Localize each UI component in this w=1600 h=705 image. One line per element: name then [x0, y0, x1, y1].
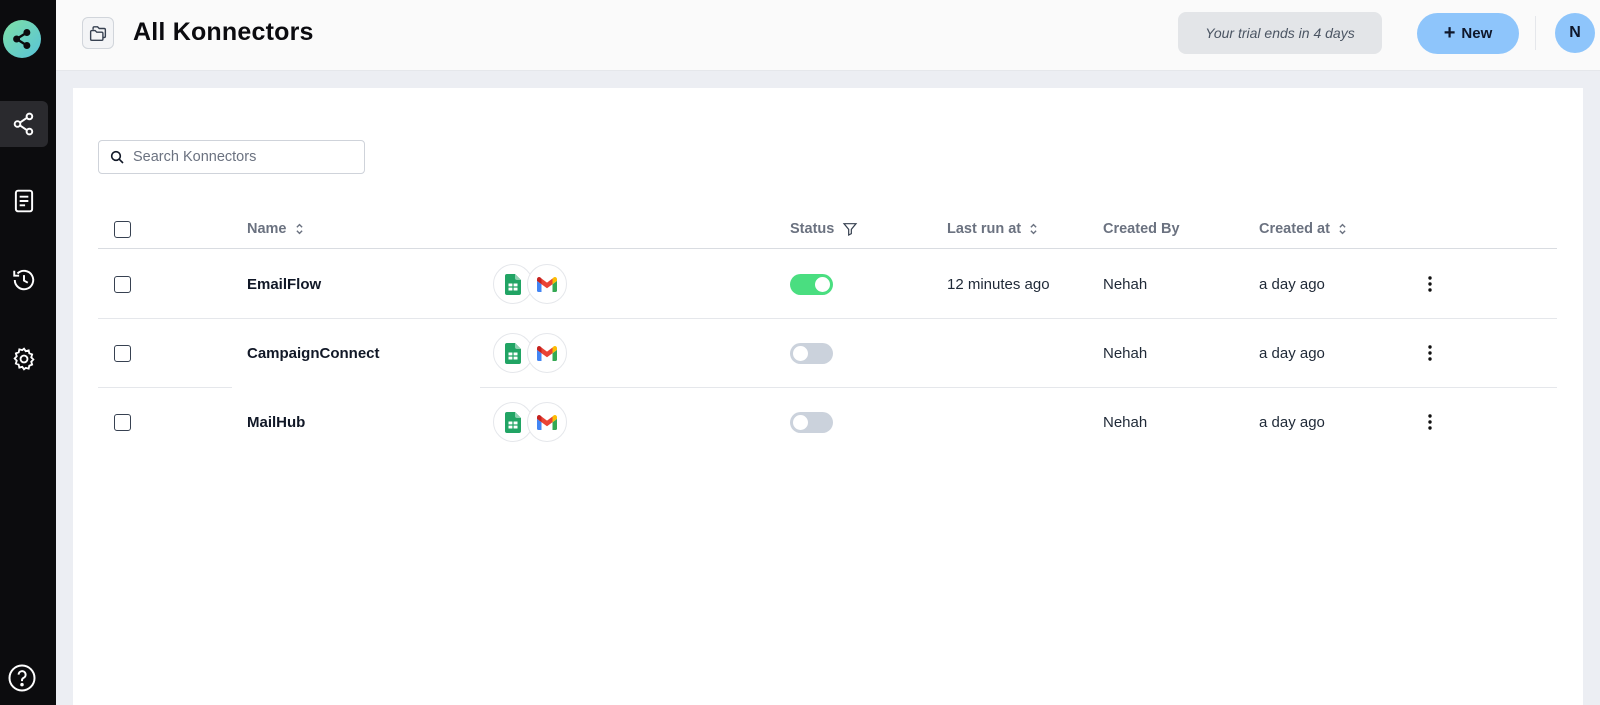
status-toggle[interactable] [790, 342, 833, 364]
app-icons [493, 319, 567, 387]
search-box [98, 140, 365, 174]
status-cell [790, 388, 833, 456]
folders-toggle-button[interactable] [82, 17, 114, 49]
status-toggle[interactable] [790, 273, 833, 295]
table-row[interactable]: EmailFlow 12 minutes ago Nehah a day ago [98, 250, 1557, 318]
table-header: Name Status Last run at Created By Creat… [98, 206, 1557, 249]
column-last-run[interactable]: Last run at [947, 221, 1038, 237]
user-avatar[interactable]: N [1555, 13, 1595, 53]
plus-icon: + [1443, 21, 1456, 44]
sort-icon [1030, 223, 1037, 235]
gmail-app [527, 333, 567, 373]
status-toggle[interactable] [790, 411, 833, 433]
page-title: All Konnectors [133, 18, 314, 46]
logo-share-icon [13, 29, 31, 49]
row-checkbox-cell [114, 319, 131, 387]
google-sheets-icon [505, 273, 521, 295]
kebab-menu-icon [1428, 276, 1432, 292]
gmail-icon [537, 345, 557, 361]
share-nodes-icon [13, 112, 34, 136]
google-sheets-icon [505, 342, 521, 364]
google-sheets-icon [505, 411, 521, 433]
help-circle-icon [8, 664, 36, 692]
filter-icon [843, 223, 858, 236]
history-icon [13, 269, 35, 291]
column-created-at[interactable]: Created at [1259, 221, 1347, 237]
select-all-checkbox-cell [114, 221, 131, 238]
search-icon [110, 150, 124, 164]
select-all-checkbox[interactable] [114, 221, 131, 238]
status-cell [790, 319, 833, 387]
row-checkbox-cell [114, 388, 131, 456]
sort-icon [295, 223, 303, 235]
document-list-icon [14, 189, 34, 213]
table-row[interactable]: CampaignConnect Nehah a day ago [98, 319, 1557, 387]
column-name-label: Name [247, 221, 287, 237]
nav-konnectors[interactable] [0, 101, 48, 147]
created-at: a day ago [1259, 275, 1325, 293]
sort-icon [1339, 223, 1346, 235]
row-checkbox-cell [114, 250, 131, 318]
top-header: All Konnectors Your trial ends in 4 days… [56, 0, 1600, 71]
konnector-name[interactable]: EmailFlow [247, 250, 321, 318]
header-divider [1535, 16, 1536, 50]
row-actions-cell [1420, 319, 1440, 387]
created-by: Nehah [1103, 413, 1148, 431]
row-checkbox[interactable] [114, 275, 131, 293]
toggle-knob [793, 414, 808, 430]
search-input[interactable] [133, 141, 358, 173]
created-at: a day ago [1259, 413, 1325, 431]
nav-documents[interactable] [0, 178, 48, 224]
more-options-button[interactable] [1420, 343, 1440, 363]
gear-icon [13, 347, 35, 371]
konnector-name[interactable]: MailHub [247, 388, 305, 456]
row-actions-cell [1420, 250, 1440, 318]
row-actions-cell [1420, 388, 1440, 456]
sidebar [0, 0, 56, 705]
column-name[interactable]: Name [247, 221, 304, 237]
help-button[interactable] [7, 663, 37, 693]
more-options-button[interactable] [1420, 274, 1440, 294]
column-created-by-label: Created By [1103, 221, 1180, 237]
app-icons [493, 250, 567, 318]
gmail-app [527, 402, 567, 442]
row-checkbox[interactable] [114, 344, 131, 362]
app-icons [493, 388, 567, 456]
gmail-icon [537, 414, 557, 430]
created-at: a day ago [1259, 344, 1325, 362]
column-created-by[interactable]: Created By [1103, 221, 1180, 237]
column-last-run-label: Last run at [947, 221, 1022, 237]
konnector-name[interactable]: CampaignConnect [247, 319, 380, 387]
konnectors-panel: Name Status Last run at Created By Creat… [73, 88, 1583, 705]
table-row[interactable]: MailHub Nehah a day ago [98, 388, 1557, 456]
new-konnector-button[interactable]: + New [1417, 13, 1519, 54]
new-button-label: New [1461, 25, 1493, 42]
kebab-menu-icon [1428, 345, 1432, 361]
more-options-button[interactable] [1420, 412, 1440, 432]
trial-badge[interactable]: Your trial ends in 4 days [1178, 12, 1382, 54]
toggle-knob [793, 345, 808, 361]
toggle-knob [815, 276, 830, 292]
column-status[interactable]: Status [790, 221, 858, 237]
nav-settings[interactable] [0, 336, 48, 382]
gmail-icon [537, 276, 557, 292]
status-cell [790, 250, 833, 318]
gmail-app [527, 264, 567, 304]
created-by: Nehah [1103, 275, 1148, 293]
column-status-label: Status [790, 221, 835, 237]
app-logo[interactable] [3, 20, 41, 58]
last-run-at: 12 minutes ago [947, 275, 1050, 293]
folders-icon [89, 26, 107, 42]
row-checkbox[interactable] [114, 413, 131, 431]
kebab-menu-icon [1428, 414, 1432, 430]
column-created-at-label: Created at [1259, 221, 1330, 237]
nav-history[interactable] [0, 257, 48, 303]
created-by: Nehah [1103, 344, 1148, 362]
